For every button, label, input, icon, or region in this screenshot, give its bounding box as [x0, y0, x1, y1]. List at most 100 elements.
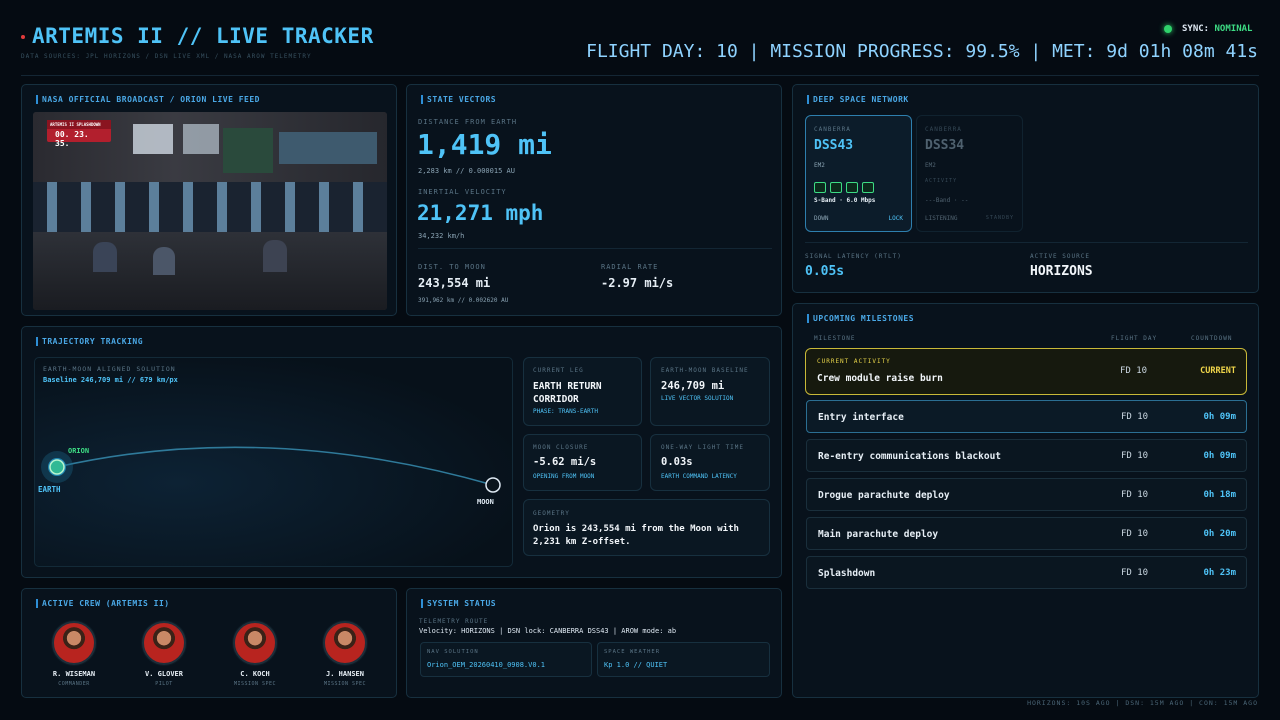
wx-value: Kp 1.0 // QUIET — [604, 661, 668, 669]
radial-rate-label: RADIAL RATE — [601, 263, 659, 271]
geometry-text: Orion is 243,554 mi from the Moon with 2… — [533, 524, 739, 547]
dsn-title: DEEP SPACE NETWORK — [807, 95, 909, 104]
dss43-dish: DSS43 — [814, 138, 854, 153]
sync-indicator — [1164, 25, 1172, 33]
milestone-countdown: 0h 23m — [1203, 568, 1236, 578]
leg-sub: PHASE: TRANS-EARTH — [533, 408, 599, 415]
play-icon — [814, 182, 826, 193]
broadcast-title: NASA OFFICIAL BROADCAST / ORION LIVE FEE… — [36, 95, 260, 104]
velocity-sub: 34,232 km/h — [418, 232, 465, 240]
milestones-panel: UPCOMING MILESTONES MILESTONE FLIGHT DAY… — [792, 303, 1259, 698]
milestone-countdown: 0h 20m — [1203, 529, 1236, 539]
milestone-name: Splashdown — [818, 568, 876, 579]
milestone-fd: FD 10 — [1121, 451, 1149, 461]
distance-value: 1,419 mi — [417, 128, 552, 161]
current-activity-name: Crew module raise burn — [817, 373, 943, 384]
base-label: EARTH-MOON BASELINE — [661, 367, 749, 374]
nav-solution-card: NAV SOLUTION Orion_OEM_20260410_0908.V0.… — [420, 642, 592, 677]
dss43-site: CANBERRA — [814, 126, 851, 133]
milestone-countdown: 0h 18m — [1203, 490, 1236, 500]
milestone-name: Main parachute deploy — [818, 529, 939, 540]
dss34-direction: LISTENING — [925, 215, 958, 222]
avatar — [233, 621, 277, 665]
current-activity-status: CURRENT — [1200, 366, 1236, 376]
crew-role: MISSION SPEC — [233, 681, 277, 687]
leg-value: EARTH RETURN CORRIDOR — [533, 381, 602, 405]
crew-role: COMMANDER — [58, 681, 90, 687]
dss34-state: STANDBY — [985, 215, 1014, 221]
milestone-row[interactable]: Main parachute deploy FD 10 0h 20m — [806, 517, 1247, 550]
orion-label: ORION — [68, 447, 90, 455]
milestone-row[interactable]: Re-entry communications blackout FD 10 0… — [806, 439, 1247, 472]
current-leg-card: CURRENT LEG EARTH RETURN CORRIDOR PHASE:… — [523, 357, 642, 426]
overlay-countdown: 00. 23. 35. — [55, 130, 89, 148]
moon-closure-card: MOON CLOSURE -5.62 mi/s OPENING FROM MOO… — [523, 434, 642, 491]
broadcast-overlay: ARTEMIS II SPLASHDOWN 00. 23. 35. — [47, 120, 111, 148]
moon-label: MOON — [477, 498, 494, 506]
space-weather-card: SPACE WEATHER Kp 1.0 // QUIET — [597, 642, 770, 677]
col-milestone: MILESTONE — [814, 335, 856, 342]
milestone-name: Drogue parachute deploy — [818, 490, 950, 501]
dss43-state: LOCK — [888, 215, 903, 222]
crew-member[interactable]: J. HANSEN MISSION SPEC — [310, 621, 380, 687]
closure-value: -5.62 mi/s — [533, 456, 597, 468]
dss34-activity: ACTIVITY — [925, 178, 958, 184]
dsn-panel: DEEP SPACE NETWORK CANBERRA DSS43 EM2 S-… — [792, 84, 1259, 293]
distance-sub: 2,283 km // 0.000015 AU — [418, 167, 515, 175]
milestone-row[interactable]: Drogue parachute deploy FD 10 0h 18m — [806, 478, 1247, 511]
nav-value: Orion_OEM_20260410_0908.V0.1 — [427, 661, 546, 669]
col-countdown: COUNTDOWN — [1191, 335, 1233, 342]
geometry-card: GEOMETRY Orion is 243,554 mi from the Mo… — [523, 499, 770, 556]
dsn-divider — [805, 242, 1248, 243]
milestone-row[interactable]: Entry interface FD 10 0h 09m — [806, 400, 1247, 433]
signal-icon — [830, 182, 842, 193]
active-source-label: ACTIVE SOURCE — [1030, 253, 1090, 260]
trajectory-map[interactable]: EARTH-MOON ALIGNED SOLUTION Baseline 246… — [34, 357, 513, 567]
light-label: ONE-WAY LIGHT TIME — [661, 444, 745, 451]
radial-rate-value: -2.97 mi/s — [601, 276, 674, 290]
live-indicator — [21, 35, 25, 39]
moon-dist-sub: 391,962 km // 0.002620 AU — [418, 297, 509, 304]
moon-dist-label: DIST. TO MOON — [418, 263, 486, 271]
nav-label: NAV SOLUTION — [427, 649, 479, 655]
dsn-station-dss34[interactable]: CANBERRA DSS34 EM2 ACTIVITY ---Band · --… — [916, 115, 1023, 232]
sync-label: SYNC: — [1182, 24, 1210, 34]
earth-label: EARTH — [38, 485, 61, 494]
gear-icon — [846, 182, 858, 193]
sync-status: SYNC: NOMINAL — [1182, 24, 1252, 34]
milestone-row[interactable]: Splashdown FD 10 0h 23m — [806, 556, 1247, 589]
light-sub: EARTH COMMAND LATENCY — [661, 473, 737, 480]
distance-label: DISTANCE FROM EARTH — [418, 118, 518, 126]
state-vectors-panel: STATE VECTORS DISTANCE FROM EARTH 1,419 … — [406, 84, 782, 316]
live-video-feed[interactable]: ARTEMIS II SPLASHDOWN 00. 23. 35. — [33, 112, 387, 310]
trajectory-title: TRAJECTORY TRACKING — [36, 337, 143, 346]
current-activity-fd: FD 10 — [1120, 366, 1148, 376]
col-flight-day: FLIGHT DAY — [1111, 335, 1158, 342]
crew-name: J. HANSEN — [326, 670, 364, 678]
state-vectors-title: STATE VECTORS — [421, 95, 496, 104]
sync-value: NOMINAL — [1214, 24, 1253, 34]
footer-sync-status: HORIZONS: 10S AGO | DSN: 15M AGO | CON: … — [1027, 699, 1258, 707]
crew-member[interactable]: V. GLOVER PILOT — [129, 621, 199, 687]
header-divider — [21, 75, 1259, 76]
crew-panel: ACTIVE CREW (ARTEMIS II) R. WISEMAN COMM… — [21, 588, 397, 698]
crew-role: PILOT — [155, 681, 173, 687]
crew-name: V. GLOVER — [145, 670, 183, 678]
milestone-fd: FD 10 — [1121, 412, 1149, 422]
crew-title: ACTIVE CREW (ARTEMIS II) — [36, 599, 170, 608]
velocity-label: INERTIAL VELOCITY — [418, 188, 507, 196]
velocity-value: 21,271 mph — [417, 201, 544, 225]
current-activity-row[interactable]: CURRENT ACTIVITY Crew module raise burn … — [805, 348, 1247, 395]
milestone-name: Entry interface — [818, 412, 904, 423]
baseline-card: EARTH-MOON BASELINE 246,709 mi LIVE VECT… — [650, 357, 770, 426]
base-value: 246,709 mi — [661, 380, 725, 392]
closure-label: MOON CLOSURE — [533, 444, 589, 451]
crew-member[interactable]: C. KOCH MISSION SPEC — [220, 621, 290, 687]
milestone-name: Re-entry communications blackout — [818, 451, 1002, 462]
avatar — [52, 621, 96, 665]
crew-member[interactable]: R. WISEMAN COMMANDER — [39, 621, 109, 687]
dsn-station-dss43[interactable]: CANBERRA DSS43 EM2 S-Band · 6.0 Mbps DOW… — [805, 115, 912, 232]
dss43-target: EM2 — [814, 162, 825, 169]
current-activity-label: CURRENT ACTIVITY — [817, 358, 891, 365]
base-sub: LIVE VECTOR SOLUTION — [661, 395, 734, 402]
